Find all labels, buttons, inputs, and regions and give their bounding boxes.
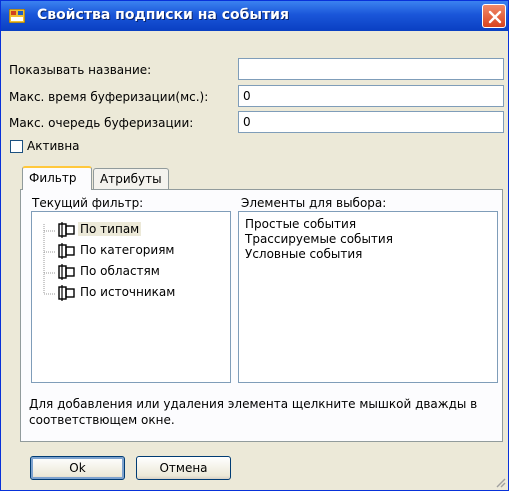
list-item[interactable]: Трассируемые события <box>245 232 393 246</box>
filter-node-icon <box>58 285 75 301</box>
max-buffer-time-field[interactable]: 0 <box>238 85 504 107</box>
current-filter-tree[interactable]: По типам По категориям По областям По ис… <box>31 211 231 383</box>
cancel-button[interactable]: Отмена <box>136 456 231 480</box>
current-filter-label: Текущий фильтр: <box>32 196 144 210</box>
max-buffer-queue-label: Макс. очередь буферизации: <box>9 116 194 130</box>
show-name-label: Показывать название: <box>9 63 152 77</box>
title-bar[interactable]: Свойства подписки на события <box>1 1 508 31</box>
filter-node-icon <box>58 243 75 259</box>
filter-node-icon <box>58 222 75 238</box>
app-window-icon <box>8 8 26 24</box>
close-button[interactable] <box>482 4 506 28</box>
available-items-list[interactable]: Простые события Трассируемые события Усл… <box>238 211 498 383</box>
active-label: Активна <box>27 139 80 153</box>
max-buffer-queue-field[interactable]: 0 <box>238 111 504 133</box>
show-name-field[interactable] <box>238 58 504 80</box>
filter-node-icon <box>58 264 75 280</box>
filter-hint-text: Для добавления или удаления элемента щел… <box>29 397 478 427</box>
ok-button[interactable]: Ok <box>30 456 125 480</box>
resize-grip-icon[interactable] <box>494 476 506 488</box>
window-title: Свойства подписки на события <box>37 7 289 23</box>
tree-item-label: По типам <box>78 222 142 236</box>
tree-item-label: По источникам <box>80 285 176 299</box>
close-icon <box>488 10 502 24</box>
max-buffer-time-label: Макс. время буферизации(мс.): <box>9 90 209 104</box>
list-item[interactable]: Простые события <box>245 217 356 231</box>
list-item[interactable]: Условные события <box>245 247 362 261</box>
dialog-window: Свойства подписки на события Показывать … <box>0 0 509 491</box>
tree-item-label: По областям <box>80 264 160 278</box>
tab-attributes[interactable]: Атрибуты <box>93 168 169 190</box>
tab-filter[interactable]: Фильтр <box>22 166 92 190</box>
tree-item-label: По категориям <box>80 243 175 257</box>
active-checkbox[interactable] <box>10 140 23 153</box>
available-items-label: Элементы для выбора: <box>241 196 387 210</box>
